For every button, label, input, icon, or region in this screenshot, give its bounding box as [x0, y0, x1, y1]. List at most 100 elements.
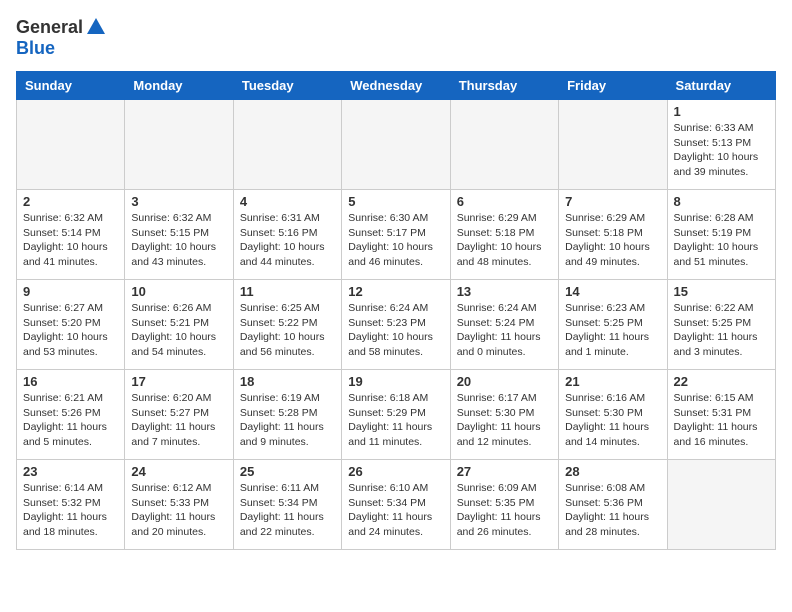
day-info: Sunrise: 6:24 AMSunset: 5:23 PMDaylight:… [348, 301, 443, 360]
week-row-2: 9 Sunrise: 6:27 AMSunset: 5:20 PMDaylight… [17, 280, 776, 370]
week-row-4: 23 Sunrise: 6:14 AMSunset: 5:32 PMDayligh… [17, 460, 776, 550]
day-number: 8 [674, 194, 769, 209]
day-info: Sunrise: 6:12 AMSunset: 5:33 PMDaylight:… [131, 481, 226, 540]
day-number: 1 [674, 104, 769, 119]
day-cell: 7Sunrise: 6:29 AMSunset: 5:18 PMDaylight… [559, 190, 667, 280]
day-cell: 14 Sunrise: 6:23 AMSunset: 5:25 PMDayligh… [559, 280, 667, 370]
day-cell: 17Sunrise: 6:20 AMSunset: 5:27 PMDayligh… [125, 370, 233, 460]
day-info: Sunrise: 6:30 AMSunset: 5:17 PMDaylight:… [348, 211, 443, 270]
day-number: 28 [565, 464, 660, 479]
day-cell: 13 Sunrise: 6:24 AMSunset: 5:24 PMDayligh… [450, 280, 558, 370]
day-cell: 1 Sunrise: 6:33 AMSunset: 5:13 PMDaylight… [667, 100, 775, 190]
day-info: Sunrise: 6:29 AMSunset: 5:18 PMDaylight:… [457, 211, 552, 270]
day-number: 11 [240, 284, 335, 299]
day-info: Sunrise: 6:18 AMSunset: 5:29 PMDaylight:… [348, 391, 443, 450]
logo-icon [85, 16, 107, 38]
col-header-saturday: Saturday [667, 72, 775, 100]
day-cell: 11 Sunrise: 6:25 AMSunset: 5:22 PMDayligh… [233, 280, 341, 370]
day-cell: 6 Sunrise: 6:29 AMSunset: 5:18 PMDaylight… [450, 190, 558, 280]
day-info: Sunrise: 6:25 AMSunset: 5:22 PMDaylight:… [240, 301, 335, 360]
day-info: Sunrise: 6:32 AMSunset: 5:15 PMDaylight:… [131, 211, 226, 270]
day-number: 3 [131, 194, 226, 209]
day-info: Sunrise: 6:27 AMSunset: 5:20 PMDaylight:… [23, 301, 118, 360]
day-number: 16 [23, 374, 118, 389]
day-number: 26 [348, 464, 443, 479]
day-cell: 25 Sunrise: 6:11 AMSunset: 5:34 PMDayligh… [233, 460, 341, 550]
day-cell: 21 Sunrise: 6:16 AMSunset: 5:30 PMDayligh… [559, 370, 667, 460]
calendar-header-row: SundayMondayTuesdayWednesdayThursdayFrid… [17, 72, 776, 100]
col-header-monday: Monday [125, 72, 233, 100]
day-info: Sunrise: 6:08 AMSunset: 5:36 PMDaylight:… [565, 481, 660, 540]
day-cell: 10 Sunrise: 6:26 AMSunset: 5:21 PMDayligh… [125, 280, 233, 370]
day-number: 19 [348, 374, 443, 389]
week-row-3: 16 Sunrise: 6:21 AMSunset: 5:26 PMDayligh… [17, 370, 776, 460]
day-info: Sunrise: 6:16 AMSunset: 5:30 PMDaylight:… [565, 391, 660, 450]
day-info: Sunrise: 6:23 AMSunset: 5:25 PMDaylight:… [565, 301, 660, 360]
day-number: 15 [674, 284, 769, 299]
logo-blue-text: Blue [16, 38, 55, 58]
day-number: 17 [131, 374, 226, 389]
day-number: 20 [457, 374, 552, 389]
day-info: Sunrise: 6:19 AMSunset: 5:28 PMDaylight:… [240, 391, 335, 450]
day-number: 12 [348, 284, 443, 299]
day-info: Sunrise: 6:33 AMSunset: 5:13 PMDaylight:… [674, 121, 769, 180]
day-cell: 8 Sunrise: 6:28 AMSunset: 5:19 PMDaylight… [667, 190, 775, 280]
day-number: 13 [457, 284, 552, 299]
day-cell: 23 Sunrise: 6:14 AMSunset: 5:32 PMDayligh… [17, 460, 125, 550]
day-cell [125, 100, 233, 190]
day-number: 6 [457, 194, 552, 209]
day-number: 5 [348, 194, 443, 209]
week-row-1: 2 Sunrise: 6:32 AMSunset: 5:14 PMDaylight… [17, 190, 776, 280]
day-info: Sunrise: 6:10 AMSunset: 5:34 PMDaylight:… [348, 481, 443, 540]
day-number: 7 [565, 194, 660, 209]
col-header-friday: Friday [559, 72, 667, 100]
day-cell [667, 460, 775, 550]
day-info: Sunrise: 6:32 AMSunset: 5:14 PMDaylight:… [23, 211, 118, 270]
day-number: 23 [23, 464, 118, 479]
col-header-sunday: Sunday [17, 72, 125, 100]
day-cell [342, 100, 450, 190]
day-info: Sunrise: 6:31 AMSunset: 5:16 PMDaylight:… [240, 211, 335, 270]
day-number: 18 [240, 374, 335, 389]
day-cell: 22Sunrise: 6:15 AMSunset: 5:31 PMDayligh… [667, 370, 775, 460]
day-number: 21 [565, 374, 660, 389]
day-info: Sunrise: 6:26 AMSunset: 5:21 PMDaylight:… [131, 301, 226, 360]
day-info: Sunrise: 6:11 AMSunset: 5:34 PMDaylight:… [240, 481, 335, 540]
day-info: Sunrise: 6:17 AMSunset: 5:30 PMDaylight:… [457, 391, 552, 450]
day-info: Sunrise: 6:24 AMSunset: 5:24 PMDaylight:… [457, 301, 552, 360]
day-cell [17, 100, 125, 190]
col-header-wednesday: Wednesday [342, 72, 450, 100]
day-cell: 2 Sunrise: 6:32 AMSunset: 5:14 PMDaylight… [17, 190, 125, 280]
logo: General Blue [16, 16, 107, 59]
day-info: Sunrise: 6:28 AMSunset: 5:19 PMDaylight:… [674, 211, 769, 270]
day-info: Sunrise: 6:15 AMSunset: 5:31 PMDaylight:… [674, 391, 769, 450]
day-number: 9 [23, 284, 118, 299]
day-number: 14 [565, 284, 660, 299]
day-cell: 3 Sunrise: 6:32 AMSunset: 5:15 PMDaylight… [125, 190, 233, 280]
day-cell: 19 Sunrise: 6:18 AMSunset: 5:29 PMDayligh… [342, 370, 450, 460]
week-row-0: 1 Sunrise: 6:33 AMSunset: 5:13 PMDaylight… [17, 100, 776, 190]
col-header-thursday: Thursday [450, 72, 558, 100]
day-cell: 27Sunrise: 6:09 AMSunset: 5:35 PMDayligh… [450, 460, 558, 550]
day-cell: 20 Sunrise: 6:17 AMSunset: 5:30 PMDayligh… [450, 370, 558, 460]
day-cell [233, 100, 341, 190]
day-cell [559, 100, 667, 190]
col-header-tuesday: Tuesday [233, 72, 341, 100]
day-cell: 4 Sunrise: 6:31 AMSunset: 5:16 PMDaylight… [233, 190, 341, 280]
day-info: Sunrise: 6:21 AMSunset: 5:26 PMDaylight:… [23, 391, 118, 450]
day-number: 24 [131, 464, 226, 479]
day-cell: 28 Sunrise: 6:08 AMSunset: 5:36 PMDayligh… [559, 460, 667, 550]
day-cell: 16 Sunrise: 6:21 AMSunset: 5:26 PMDayligh… [17, 370, 125, 460]
day-number: 25 [240, 464, 335, 479]
day-number: 10 [131, 284, 226, 299]
day-number: 2 [23, 194, 118, 209]
day-cell: 24 Sunrise: 6:12 AMSunset: 5:33 PMDayligh… [125, 460, 233, 550]
day-cell: 18 Sunrise: 6:19 AMSunset: 5:28 PMDayligh… [233, 370, 341, 460]
day-cell: 15Sunrise: 6:22 AMSunset: 5:25 PMDayligh… [667, 280, 775, 370]
day-info: Sunrise: 6:14 AMSunset: 5:32 PMDaylight:… [23, 481, 118, 540]
day-number: 4 [240, 194, 335, 209]
day-cell: 9 Sunrise: 6:27 AMSunset: 5:20 PMDaylight… [17, 280, 125, 370]
page-header: General Blue [16, 16, 776, 59]
day-cell: 5 Sunrise: 6:30 AMSunset: 5:17 PMDaylight… [342, 190, 450, 280]
day-number: 27 [457, 464, 552, 479]
